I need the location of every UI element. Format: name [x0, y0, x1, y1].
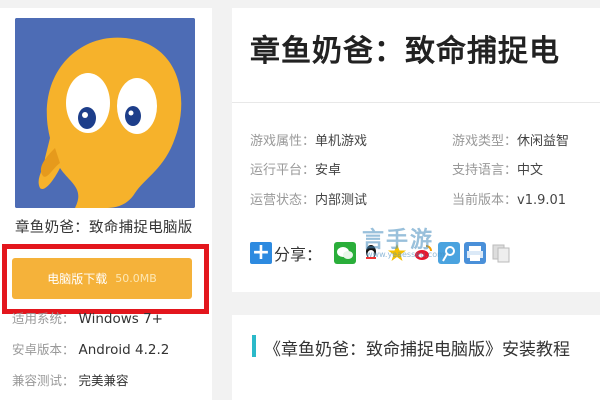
copy-icon[interactable]: [490, 242, 512, 264]
attr-key: 游戏属性：: [250, 134, 316, 149]
attr-value: 安卓: [315, 163, 342, 178]
download-label: 电脑版下载: [47, 272, 108, 286]
install-guide-card: 《章鱼奶爸：致命捕捉电脑版》安装教程: [232, 315, 600, 400]
divider: [232, 102, 600, 103]
info-value: Android 4.2.2: [78, 342, 170, 358]
info-value: Windows 7+: [78, 311, 163, 327]
app-octopus-icon[interactable]: [15, 18, 195, 208]
share-label: 分享：: [274, 245, 323, 264]
detail-card: 章鱼奶爸：致命捕捉电 游戏属性：单机游戏 游戏类型：休闲益智 运行平台：安卓 支…: [232, 8, 600, 292]
weibo-icon[interactable]: [412, 242, 435, 264]
info-row-compat: 兼容测试： 完美兼容: [12, 370, 129, 389]
info-key: 兼容测试：: [12, 373, 75, 388]
info-key: 适用系统：: [12, 311, 75, 326]
tencent-weibo-icon[interactable]: [438, 242, 461, 264]
attr-key: 运营状态：: [250, 193, 316, 208]
attr-platform: 运行平台：安卓: [250, 159, 341, 178]
download-size: 50.0MB: [115, 272, 157, 285]
attr-key: 支持语言：: [452, 163, 518, 178]
attr-game-type: 游戏类型：休闲益智: [452, 130, 569, 149]
pc-download-button[interactable]: 电脑版下载 50.0MB: [12, 258, 192, 299]
attr-value: v1.9.01: [517, 193, 567, 208]
wechat-icon[interactable]: [334, 242, 357, 264]
share-plus-icon[interactable]: +: [250, 242, 272, 264]
attr-key: 游戏类型：: [452, 134, 518, 149]
guide-title[interactable]: 《章鱼奶爸：致命捕捉电脑版》安装教程: [264, 335, 570, 360]
qq-icon[interactable]: [360, 242, 383, 264]
attr-key: 当前版本：: [452, 193, 518, 208]
attr-language: 支持语言：中文: [452, 159, 543, 178]
share-bar: + 分享：: [250, 238, 516, 268]
info-row-android: 安卓版本： Android 4.2.2: [12, 339, 169, 358]
page-title: 章鱼奶爸：致命捕捉电: [250, 34, 560, 69]
app-card: 章鱼奶爸：致命捕捉电脑版 电脑版下载 50.0MB 适用系统： Windows 7…: [0, 8, 212, 400]
guide-accent-bar: [252, 335, 256, 357]
attr-key: 运行平台：: [250, 163, 316, 178]
attr-value: 单机游戏: [315, 134, 368, 149]
qzone-icon[interactable]: [386, 242, 409, 264]
print-icon[interactable]: [464, 242, 487, 264]
attr-game-attribute: 游戏属性：单机游戏: [250, 130, 367, 149]
info-value: 完美兼容: [78, 373, 129, 388]
attr-value: 中文: [517, 163, 544, 178]
info-row-system: 适用系统： Windows 7+: [12, 308, 163, 327]
attr-value: 休闲益智: [517, 134, 570, 149]
attr-value: 内部测试: [315, 193, 368, 208]
app-name: 章鱼奶爸：致命捕捉电脑版: [15, 220, 193, 236]
info-key: 安卓版本：: [12, 342, 75, 357]
attr-status: 运营状态：内部测试: [250, 189, 367, 208]
attr-version: 当前版本：v1.9.01: [452, 189, 566, 208]
